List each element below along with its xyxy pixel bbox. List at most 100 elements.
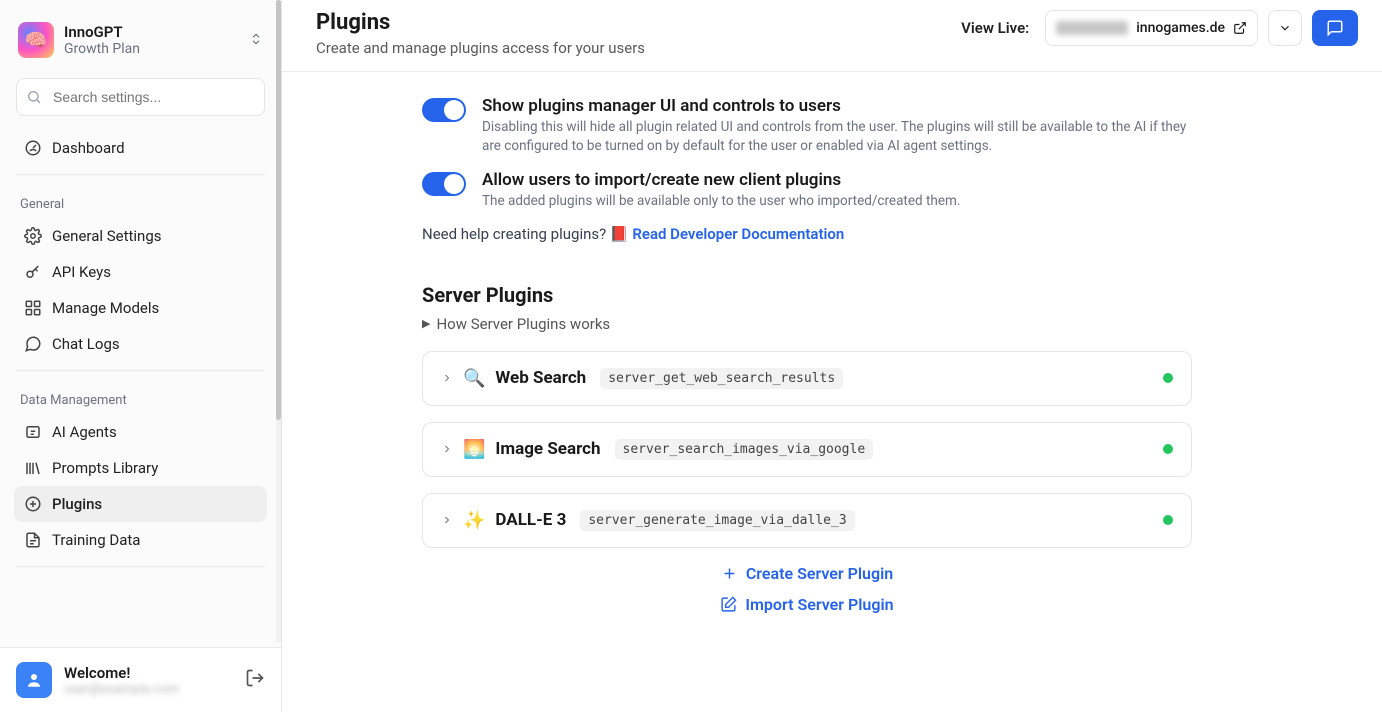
plugin-id: server_search_images_via_google [615, 439, 874, 460]
section-label-general: General [14, 183, 267, 218]
chevron-right-icon [441, 440, 453, 459]
toolbar: View Live: innogames.de [961, 10, 1358, 46]
status-indicator [1163, 515, 1173, 525]
status-indicator [1163, 373, 1173, 383]
chevron-down-icon [1278, 21, 1292, 35]
plus-icon [721, 565, 738, 582]
plugin-id: server_get_web_search_results [600, 368, 843, 389]
help-text: Need help creating plugins? 📕 [422, 225, 632, 243]
toggle-title: Allow users to import/create new client … [482, 170, 960, 190]
action-label: Create Server Plugin [746, 564, 893, 583]
sidebar-scroll: 🧠 InnoGPT Growth Plan Dashboard General … [0, 0, 281, 647]
view-live-link[interactable]: innogames.de [1045, 10, 1258, 46]
nav-label: AI Agents [52, 423, 117, 441]
sidebar-footer: Welcome! user@example.com [0, 647, 281, 712]
search-icon [26, 89, 42, 105]
workspace-logo: 🧠 [18, 22, 54, 58]
plugin-name: Web Search [495, 368, 586, 388]
sidebar: 🧠 InnoGPT Growth Plan Dashboard General … [0, 0, 282, 712]
nav-general-settings[interactable]: General Settings [14, 218, 267, 254]
plugin-emoji-icon: ✨ [463, 510, 485, 531]
action-label: Import Server Plugin [745, 595, 893, 614]
section-label-data: Data Management [14, 379, 267, 414]
live-dropdown-button[interactable] [1268, 10, 1302, 46]
plugin-id: server_generate_image_via_dalle_3 [580, 510, 854, 531]
toggle-switch[interactable] [422, 98, 466, 122]
search-box [16, 78, 265, 116]
toggle-allow-import: Allow users to import/create new client … [422, 170, 1192, 211]
library-icon [24, 459, 42, 477]
nav-dashboard[interactable]: Dashboard [14, 130, 267, 166]
import-server-plugin[interactable]: Import Server Plugin [422, 595, 1192, 614]
nav-prompts-library[interactable]: Prompts Library [14, 450, 267, 486]
main: Plugins Create and manage plugins access… [282, 0, 1382, 712]
disclosure-triangle-icon: ▶ [422, 317, 430, 330]
plugin-emoji-icon: 🌅 [463, 439, 485, 460]
developer-docs-link[interactable]: Read Developer Documentation [632, 225, 844, 243]
plugin-icon [24, 495, 42, 513]
file-icon [24, 531, 42, 549]
live-subdomain-blurred [1056, 21, 1128, 35]
create-server-plugin[interactable]: Create Server Plugin [422, 564, 1192, 583]
signout-button[interactable] [245, 668, 265, 692]
key-icon [24, 263, 42, 281]
nav-plugins[interactable]: Plugins [14, 486, 267, 522]
divider [16, 566, 265, 567]
grid-icon [24, 299, 42, 317]
welcome-email: user@example.com [64, 682, 179, 697]
topbar: Plugins Create and manage plugins access… [282, 0, 1382, 72]
scrollbar[interactable] [276, 0, 281, 642]
nav-manage-models[interactable]: Manage Models [14, 290, 267, 326]
up-down-chevron-icon [249, 31, 263, 50]
page-subtitle: Create and manage plugins access for you… [316, 39, 645, 57]
welcome-label: Welcome! [64, 664, 179, 682]
nav-label: Training Data [52, 531, 140, 549]
toggle-show-ui: Show plugins manager UI and controls to … [422, 96, 1192, 156]
how-server-plugins-work[interactable]: ▶ How Server Plugins works [422, 315, 1192, 333]
nav-label: Dashboard [52, 139, 125, 157]
nav-api-keys[interactable]: API Keys [14, 254, 267, 290]
view-live-label: View Live: [961, 19, 1029, 37]
toggle-switch[interactable] [422, 172, 466, 196]
feedback-button[interactable] [1312, 10, 1358, 46]
chat-icon [24, 335, 42, 353]
nav-label: Manage Models [52, 299, 159, 317]
toggle-description: The added plugins will be available only… [482, 192, 960, 211]
external-link-icon [1233, 21, 1247, 35]
nav-label: Prompts Library [52, 459, 158, 477]
help-line: Need help creating plugins? 📕 Read Devel… [422, 225, 1192, 243]
import-icon [720, 596, 737, 613]
divider [16, 174, 265, 175]
plugin-card[interactable]: 🌅 Image Search server_search_images_via_go… [422, 422, 1192, 477]
toggle-title: Show plugins manager UI and controls to … [482, 96, 1192, 116]
details-label: How Server Plugins works [436, 315, 610, 333]
avatar [16, 662, 52, 698]
search-input[interactable] [16, 78, 265, 116]
toggle-description: Disabling this will hide all plugin rela… [482, 118, 1192, 156]
message-icon [1326, 19, 1344, 37]
plugin-emoji-icon: 🔍 [463, 368, 485, 389]
plugin-card[interactable]: ✨DALL-E 3server_generate_image_via_dalle… [422, 493, 1192, 548]
nav-training-data[interactable]: Training Data [14, 522, 267, 558]
agent-icon [24, 423, 42, 441]
plugin-name: Image Search [495, 439, 600, 459]
gear-icon [24, 227, 42, 245]
nav-chat-logs[interactable]: Chat Logs [14, 326, 267, 362]
divider [16, 370, 265, 371]
workspace-name: InnoGPT [64, 23, 140, 41]
chevron-right-icon [441, 369, 453, 388]
gauge-icon [24, 139, 42, 157]
nav-label: Plugins [52, 495, 102, 513]
server-plugins-title: Server Plugins [422, 283, 1192, 307]
status-indicator [1163, 444, 1173, 454]
plugin-list: 🔍 Web Search server_get_web_search_results… [422, 351, 1192, 548]
user-icon [25, 671, 43, 689]
nav-label: API Keys [52, 263, 111, 281]
nav-ai-agents[interactable]: AI Agents [14, 414, 267, 450]
nav-label: Chat Logs [52, 335, 120, 353]
workspace-switcher[interactable]: 🧠 InnoGPT Growth Plan [14, 18, 267, 72]
page-title: Plugins [316, 10, 645, 35]
plugin-card[interactable]: 🔍 Web Search server_get_web_search_results [422, 351, 1192, 406]
content: Show plugins manager UI and controls to … [282, 72, 1382, 712]
chevron-right-icon [441, 511, 453, 530]
